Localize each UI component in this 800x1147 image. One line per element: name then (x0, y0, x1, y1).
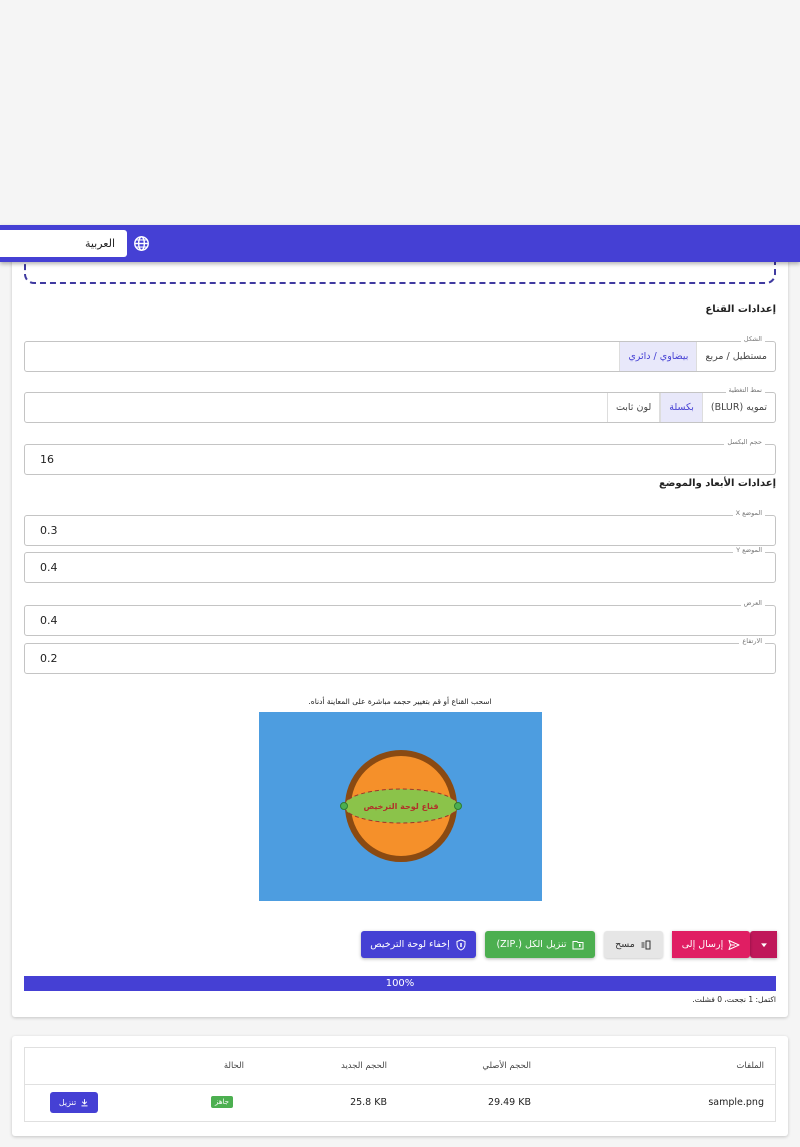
mask-settings-title: إعدادات القناع (705, 304, 776, 315)
height-value: 0.2 (40, 652, 58, 665)
download-zip-button[interactable]: تنزيل الكل (.ZIP) (485, 931, 595, 958)
header-divider (25, 1084, 775, 1085)
send-to-button[interactable]: إرسال إلى (672, 931, 750, 958)
language-select[interactable]: العربية (0, 230, 127, 257)
position-y-value: 0.4 (40, 561, 58, 574)
shape-field: الشكل مستطيل / مربع بيضاوي / دائري (24, 335, 776, 372)
language-select-value: العربية (84, 237, 115, 250)
position-x-input[interactable]: الموضع X 0.3 (24, 509, 776, 546)
header-status: الحالة (223, 1061, 244, 1071)
header-original-size: الحجم الأصلي (482, 1061, 531, 1071)
download-button[interactable]: تنزيل (50, 1092, 98, 1113)
mask-label: قناع لوحة الترخيص (363, 802, 438, 812)
cover-option-pixelate[interactable]: بكسلة (660, 393, 702, 422)
position-y-input[interactable]: الموضع Y 0.4 (24, 546, 776, 583)
send-to-label: إرسال إلى (681, 939, 724, 950)
download-label: تنزيل (58, 1098, 77, 1107)
pixel-size-legend: حجم البكسل (724, 438, 765, 446)
progress-bar: 100% (24, 976, 776, 991)
position-y-legend: الموضع Y (733, 546, 765, 554)
header-files: الملفات (736, 1061, 764, 1071)
position-x-value: 0.3 (40, 524, 58, 537)
height-input[interactable]: الارتفاع 0.2 (24, 637, 776, 674)
status-badge: جاهز (211, 1096, 234, 1108)
send-to-split-button: إرسال إلى (672, 931, 777, 958)
header-new-size: الحجم الجديد (340, 1061, 387, 1071)
cover-option-blur[interactable]: تمويه (BLUR) (701, 393, 775, 422)
position-x-legend: الموضع X (732, 509, 765, 517)
globe-icon[interactable] (133, 235, 150, 252)
pixel-size-input[interactable]: حجم البكسل 16 (24, 438, 776, 475)
download-icon (81, 1099, 88, 1107)
shape-option-rectangle[interactable]: مستطيل / مربع (696, 342, 775, 371)
progress-label: 100% (385, 978, 415, 989)
caret-down-icon (760, 942, 767, 947)
hide-plate-label: إخفاء لوحة الترخيص (370, 939, 450, 950)
clear-label: مسح (615, 939, 635, 950)
settings-card: إعدادات القناع الشكل مستطيل / مربع بيضاو… (12, 250, 788, 1017)
height-legend: الارتفاع (739, 637, 765, 645)
files-table: الملفات الحجم الأصلي الحجم الجديد الحالة… (24, 1047, 776, 1122)
mask-resize-handle-left[interactable] (340, 802, 348, 810)
width-value: 0.4 (40, 614, 58, 627)
shield-icon (456, 938, 466, 951)
send-icon (728, 939, 740, 950)
width-legend: العرض (740, 599, 765, 607)
pixel-size-value: 16 (40, 453, 54, 466)
clear-button[interactable]: مسح (604, 931, 663, 958)
file-new-size: 25.8 KB (350, 1097, 387, 1108)
file-original-size: 29.49 KB (488, 1097, 531, 1108)
shape-toggle-group: مستطيل / مربع بيضاوي / دائري (619, 342, 775, 371)
preview-hint: اسحب القناع أو قم بتغيير حجمه مباشرة على… (308, 697, 492, 706)
cover-option-solid-color[interactable]: لون ثابت (606, 393, 661, 422)
preview-image: قناع لوحة الترخيص (259, 712, 542, 901)
preview-canvas: قناع لوحة الترخيص (340, 750, 462, 862)
clear-list-icon (641, 940, 651, 949)
action-buttons: إخفاء لوحة الترخيص تنزيل الكل (.ZIP) مسح… (361, 931, 777, 958)
files-card: الملفات الحجم الأصلي الحجم الجديد الحالة… (12, 1036, 788, 1136)
app-root: العربية إعدادات القناع الشكل مستطيل / مر… (0, 0, 800, 1147)
dimensions-title: إعدادات الأبعاد والموضع (658, 478, 776, 489)
folder-zip-icon (572, 940, 584, 949)
hide-plate-button[interactable]: إخفاء لوحة الترخيص (361, 931, 476, 958)
progress-status: اكتمل: 1 نجحت، 0 فشلت. (692, 995, 776, 1004)
shape-option-ellipse[interactable]: بيضاوي / دائري (619, 342, 697, 371)
send-to-menu-button[interactable] (750, 931, 777, 958)
file-name: sample.png (708, 1097, 764, 1108)
mask-resize-handle-right[interactable] (454, 802, 462, 810)
download-zip-label: تنزيل الكل (.ZIP) (496, 939, 567, 950)
app-bar: العربية (0, 225, 800, 262)
width-input[interactable]: العرض 0.4 (24, 599, 776, 636)
cover-style-field: نمط التغطية تمويه (BLUR) بكسلة لون ثابت (24, 386, 776, 423)
cover-style-toggle-group: تمويه (BLUR) بكسلة لون ثابت (606, 393, 775, 422)
